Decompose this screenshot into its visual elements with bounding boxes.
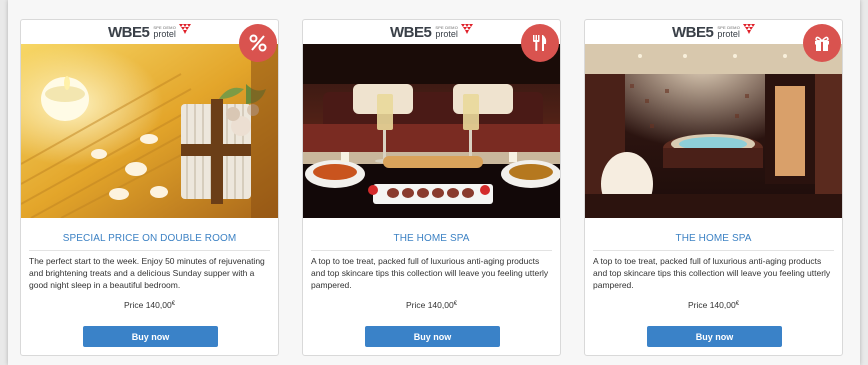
- fork-knife-icon: [533, 35, 547, 51]
- price-value: 140,00: [145, 300, 172, 310]
- price-label: Price: [405, 300, 426, 310]
- logo-mark-icon: [743, 24, 756, 34]
- price-currency: €: [171, 301, 176, 307]
- logo-sub-text: protel: [717, 28, 740, 39]
- divider: [593, 250, 834, 251]
- page-container: WBE5 SPE DEMO protel SPECIAL PRICE ON DO…: [8, 0, 860, 365]
- offer-title: THE HOME SPA: [393, 233, 470, 244]
- logo-mark-icon: [461, 24, 474, 34]
- divider: [311, 250, 552, 251]
- badge-percent: [239, 24, 277, 62]
- offer-cards: WBE5 SPE DEMO protel SPECIAL PRICE ON DO…: [20, 19, 848, 357]
- offer-title: THE HOME SPA: [675, 233, 752, 244]
- offer-card: WBE5 SPE DEMO protel: [20, 19, 279, 356]
- brand-logo: WBE5 SPE DEMO protel: [671, 23, 756, 41]
- offer-price: Price 140,00€: [21, 300, 278, 310]
- offer-title: SPECIAL PRICE ON DOUBLE ROOM: [62, 233, 237, 244]
- gift-icon: [815, 36, 829, 51]
- buy-now-button[interactable]: Buy now: [83, 326, 218, 347]
- offer-price: Price 140,00€: [585, 300, 842, 310]
- offer-description: A top to toe treat, packed full of luxur…: [593, 256, 831, 290]
- offer-description: The perfect start to the week. Enjoy 50 …: [29, 256, 265, 290]
- candle-gift-image: [21, 44, 278, 218]
- brand-logo: WBE5 SPE DEMO protel: [107, 23, 192, 41]
- logo-sub-text: protel: [153, 28, 176, 39]
- brand-logo: WBE5 SPE DEMO protel: [389, 23, 474, 41]
- buy-now-button[interactable]: Buy now: [365, 326, 500, 347]
- badge-restaurant: [521, 24, 559, 62]
- price-label: Price: [123, 300, 144, 310]
- offer-photo: [585, 44, 842, 218]
- price-currency: €: [453, 301, 458, 307]
- divider: [29, 250, 270, 251]
- price-value: 140,00: [709, 300, 736, 310]
- offer-description: A top to toe treat, packed full of luxur…: [311, 256, 549, 290]
- offer-photo: [21, 44, 278, 218]
- offer-photo: [303, 44, 560, 218]
- logo-main-text: WBE5: [389, 23, 432, 41]
- logo-sub: SPE DEMO protel: [153, 25, 176, 39]
- logo-mark-icon: [179, 24, 192, 34]
- price-value: 140,00: [427, 300, 454, 310]
- offer-card: WBE5 SPE DEMO protel: [302, 19, 561, 356]
- price-label: Price: [687, 300, 708, 310]
- offer-card: WBE5 SPE DEMO protel: [584, 19, 843, 356]
- logo-main-text: WBE5: [107, 23, 150, 41]
- percent-icon: [249, 34, 267, 52]
- badge-gift: [803, 24, 841, 62]
- logo-sub-text: protel: [435, 28, 458, 39]
- logo-sub: SPE DEMO protel: [717, 25, 740, 39]
- offer-price: Price 140,00€: [303, 300, 560, 310]
- logo-main-text: WBE5: [671, 23, 714, 41]
- bedroom-dinner-image: [303, 44, 560, 218]
- logo-sub: SPE DEMO protel: [435, 25, 458, 39]
- spa-pool-image: [585, 44, 842, 218]
- price-currency: €: [735, 301, 740, 307]
- buy-now-button[interactable]: Buy now: [647, 326, 782, 347]
